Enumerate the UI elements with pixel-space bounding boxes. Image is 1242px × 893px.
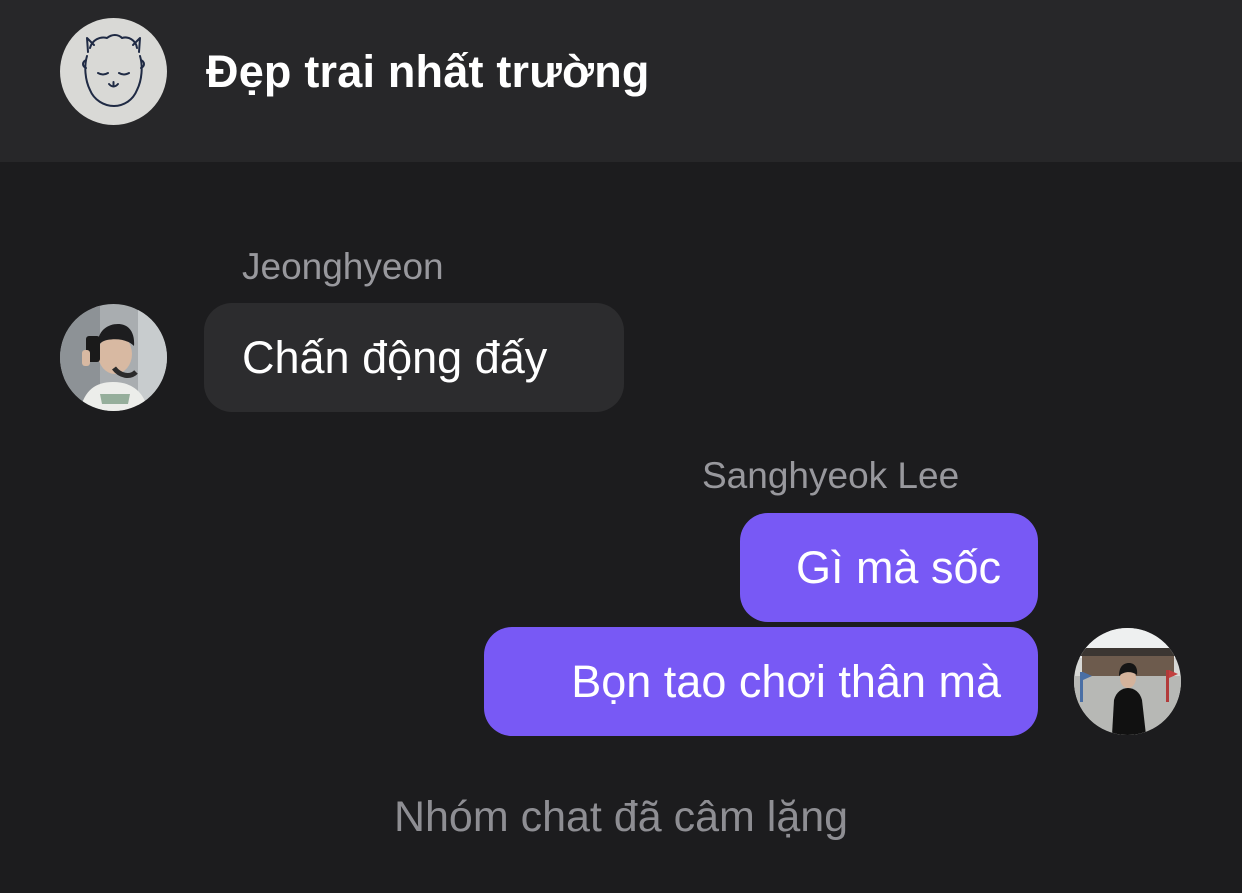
message-bubble-outgoing[interactable]: Gì mà sốc — [740, 513, 1038, 622]
sender-avatar-jeonghyeon[interactable] — [60, 304, 167, 411]
muted-status-note: Nhóm chat đã câm lặng — [393, 793, 849, 841]
chat-header: Đẹp trai nhất trường — [0, 0, 1242, 162]
group-avatar[interactable] — [60, 18, 167, 125]
message-text: Gì mà sốc — [795, 541, 1001, 593]
message-text: Chấn động đấy — [242, 331, 548, 383]
message-text: Bọn tao chơi thân mà — [571, 655, 1001, 707]
sender-name: Sanghyeok Lee — [702, 455, 960, 496]
sender-avatar-sanghyeok-lee[interactable] — [1074, 628, 1181, 735]
profile-photo-icon — [60, 304, 167, 411]
alpaca-icon — [82, 34, 145, 107]
message-bubble-incoming[interactable]: Chấn động đấy — [204, 303, 624, 412]
chat-title[interactable]: Đẹp trai nhất trường — [206, 46, 650, 98]
sender-name: Jeonghyeon — [242, 246, 444, 287]
message-bubble-outgoing[interactable]: Bọn tao chơi thân mà — [484, 627, 1038, 736]
profile-photo-icon — [1074, 628, 1181, 735]
